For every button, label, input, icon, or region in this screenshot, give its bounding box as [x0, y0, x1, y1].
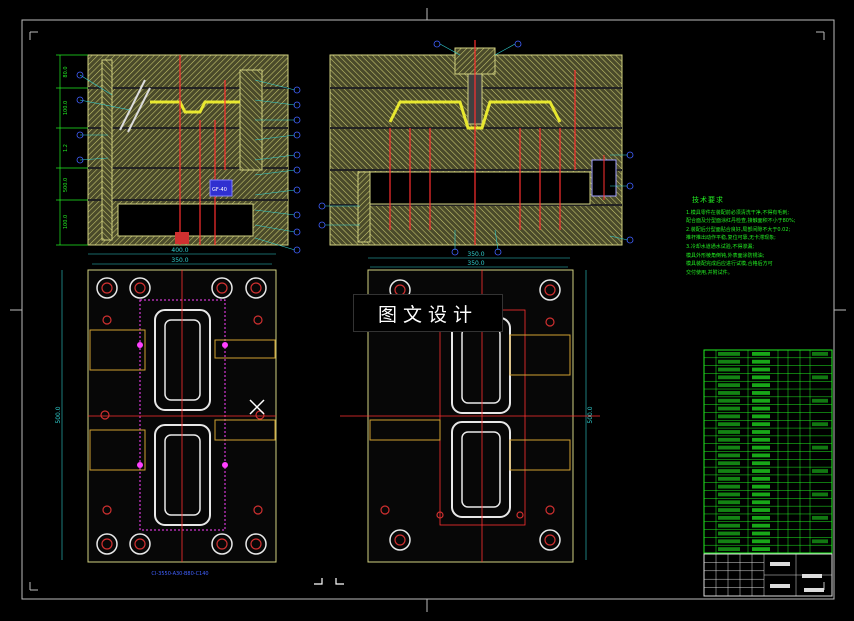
side-dim-3: 1.2 — [63, 144, 69, 152]
note-line-7: 模具装配完成后应进行试模,合格后方可 — [686, 261, 773, 268]
watermark-text: 图文设计 — [377, 303, 478, 326]
note-line-6: 模具外形棱角倒钝,外表面涂防锈油; — [686, 252, 765, 259]
part-label: GF-40 — [212, 187, 227, 193]
parts-list-table — [703, 349, 833, 554]
note-line-1: 1.模具零件在装配前必须清洗干净,不得有毛刺; — [686, 209, 790, 216]
side-dim-1: 80.0 — [63, 66, 69, 77]
note-line-3: 2.装配后分型面贴合良好,局部间隙不大于0.02; — [686, 226, 791, 233]
section-view-right — [318, 40, 634, 256]
side-dim-2: 100.0 — [63, 101, 69, 115]
left-width-dim-2: 350.0 — [171, 257, 188, 264]
watermark: 图文设计 — [353, 294, 503, 332]
plan-view-left: 400.0 350.0 500.0 CI-3550-A30-B80-C140 — [55, 247, 277, 577]
side-dim-5: 100.0 — [63, 215, 69, 229]
notes-title: 技术要求 — [692, 196, 724, 204]
corner-marks — [314, 578, 344, 585]
title-block — [703, 553, 833, 597]
right-width-dim-1: 350.0 — [467, 251, 484, 258]
left-width-dim-1: 400.0 — [171, 247, 188, 254]
section-view-left: GF-40 80.0 100.0 1.2 500.0 100.0 — [56, 54, 301, 254]
note-line-2: 配合面及分型面涂红丹检查,接触面积不小于80%; — [686, 218, 796, 225]
spec-text: CI-3550-A30-B80-C140 — [151, 571, 208, 577]
side-dim-4: 500.0 — [63, 178, 69, 192]
note-line-4: 推杆推出动作平稳,复位可靠,无卡滞现象; — [686, 235, 776, 242]
note-line-5: 3.冷却水道通水试验,不得渗漏; — [686, 243, 755, 250]
left-height-dim: 500.0 — [55, 406, 62, 423]
right-width-dim-2: 350.0 — [467, 260, 484, 267]
note-line-8: 交付使用,并附试件。 — [686, 269, 733, 276]
technical-notes: 技术要求 1.模具零件在装配前必须清洗干净,不得有毛刺; 配合面及分型面涂红丹检… — [686, 196, 804, 277]
right-height-dim: 500.0 — [587, 406, 594, 423]
